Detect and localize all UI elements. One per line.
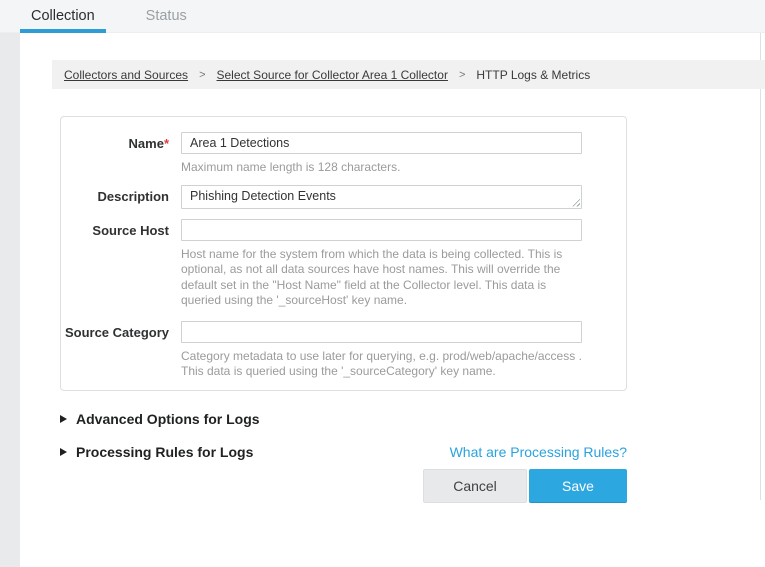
content-panel: Collectors and Sources > Select Source f…	[20, 33, 765, 503]
advanced-options-label: Advanced Options for Logs	[76, 411, 260, 427]
source-host-helper-text: Host name for the system from which the …	[181, 247, 585, 309]
what-are-processing-rules-link[interactable]: What are Processing Rules?	[450, 444, 627, 460]
breadcrumb: Collectors and Sources > Select Source f…	[52, 60, 765, 89]
breadcrumb-current: HTTP Logs & Metrics	[476, 68, 590, 82]
name-label: Name	[129, 136, 164, 151]
source-category-field-row: Source Category Category metadata to use…	[61, 321, 626, 380]
save-button[interactable]: Save	[529, 469, 627, 503]
source-host-label: Source Host	[61, 219, 169, 309]
section-processing-rules-toggle[interactable]: Processing Rules for Logs	[60, 444, 253, 460]
description-field-row: Description Phishing Detection Events	[61, 185, 626, 209]
name-field-row: Name* Maximum name length is 128 charact…	[61, 132, 626, 176]
source-host-input[interactable]	[181, 219, 582, 241]
breadcrumb-separator: >	[199, 69, 205, 81]
cancel-button[interactable]: Cancel	[423, 469, 527, 503]
caret-right-icon	[60, 448, 67, 456]
description-textarea[interactable]: Phishing Detection Events	[181, 185, 582, 209]
source-host-field-row: Source Host Host name for the system fro…	[61, 219, 626, 309]
breadcrumb-separator: >	[459, 69, 465, 81]
breadcrumb-link-select-source[interactable]: Select Source for Collector Area 1 Colle…	[217, 68, 448, 82]
tab-bar: Collection Status	[0, 0, 765, 33]
source-category-label: Source Category	[61, 321, 169, 380]
name-input[interactable]	[181, 132, 582, 154]
description-label: Description	[61, 185, 169, 209]
source-category-input[interactable]	[181, 321, 582, 343]
section-advanced-options-toggle[interactable]: Advanced Options for Logs	[60, 411, 260, 427]
required-asterisk: *	[164, 136, 169, 151]
source-category-helper-text: Category metadata to use later for query…	[181, 349, 585, 380]
form-actions: Cancel Save	[60, 469, 627, 503]
tab-status-label: Status	[146, 8, 187, 24]
source-config-card: Name* Maximum name length is 128 charact…	[60, 116, 627, 391]
caret-right-icon	[60, 415, 67, 423]
breadcrumb-link-collectors-and-sources[interactable]: Collectors and Sources	[64, 68, 188, 82]
tab-collection[interactable]: Collection	[20, 0, 106, 32]
tab-status[interactable]: Status	[133, 0, 200, 32]
left-gutter	[0, 33, 20, 567]
name-helper-text: Maximum name length is 128 characters.	[181, 160, 585, 176]
processing-rules-label: Processing Rules for Logs	[76, 444, 253, 460]
tab-collection-label: Collection	[31, 8, 95, 24]
